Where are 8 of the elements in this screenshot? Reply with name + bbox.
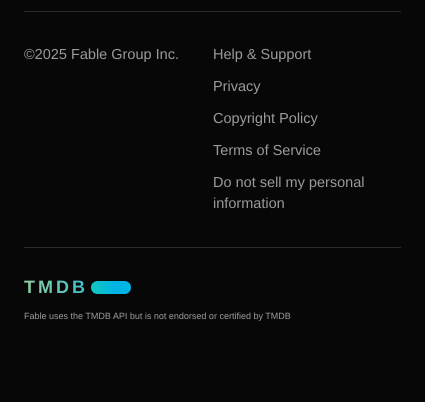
logo-pill-icon bbox=[91, 280, 131, 294]
footer-link[interactable]: Privacy bbox=[213, 77, 388, 98]
disclaimer-text: Fable uses the TMDB API but is not endorsed or certified by TMDB bbox=[24, 310, 292, 323]
footer-link[interactable]: Copyright Policy bbox=[213, 109, 388, 130]
footer-link[interactable]: Do not sell my personal information bbox=[213, 173, 388, 215]
copyright-text: ©2025 Fable Group Inc. bbox=[24, 46, 180, 65]
footer-link[interactable]: Help & Support bbox=[213, 45, 388, 66]
footer-link[interactable]: Terms of Service bbox=[213, 141, 388, 162]
